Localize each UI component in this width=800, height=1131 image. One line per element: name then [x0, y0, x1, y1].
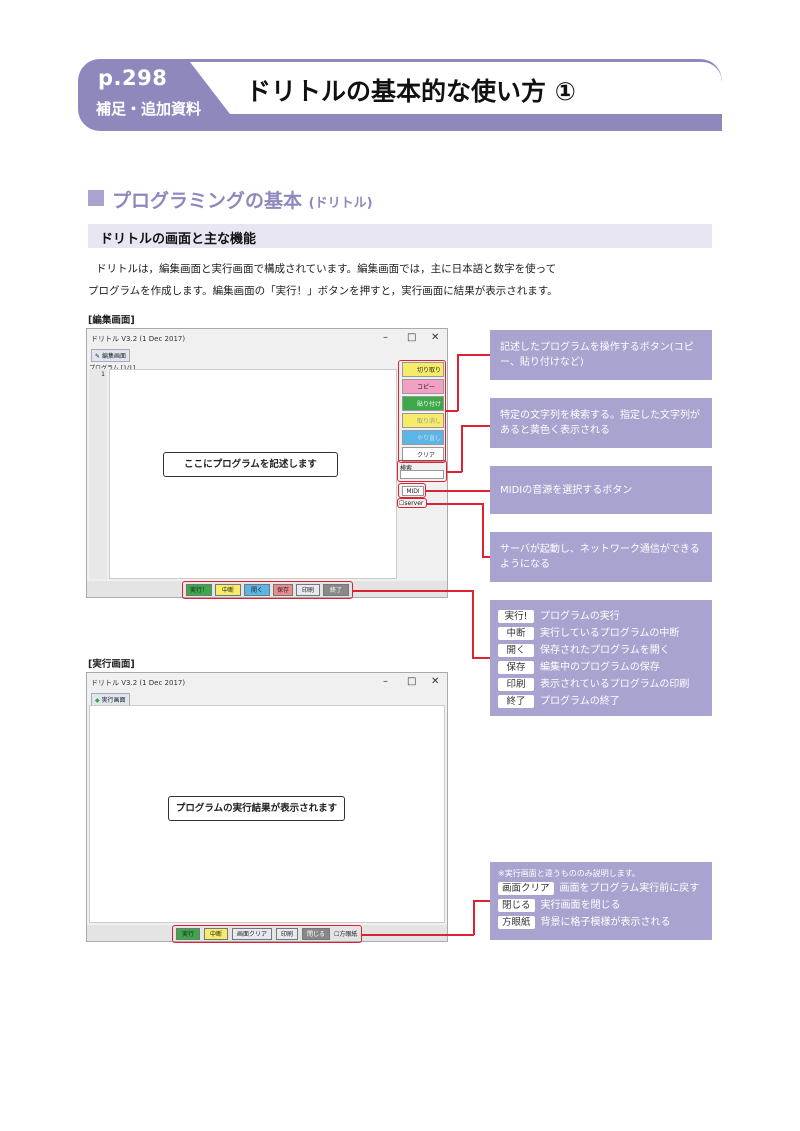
- note-edit-buttons: 記述したプログラムを操作するボタン(コピー、貼り付けなど): [490, 330, 712, 380]
- list-item: 中断 実行しているプログラムの中断: [498, 625, 704, 642]
- intro-line-1: ドリトルは，編集画面と実行画面で構成されています。編集画面では，主に日本語と数字…: [96, 263, 557, 275]
- button-tag: 方眼紙: [498, 916, 535, 929]
- list-item: 実行! プログラムの実行: [498, 608, 704, 625]
- list-item: 画面クリア 画面をプログラム実行前に戻す: [498, 880, 704, 897]
- connector: [427, 503, 483, 505]
- maximize-icon[interactable]: □: [407, 676, 416, 687]
- page-title: ドリトルの基本的な使い方 ①: [246, 77, 576, 106]
- list-item: 終了 プログラムの終了: [498, 693, 704, 710]
- section-square-icon: [88, 190, 104, 206]
- page-number: p.298: [98, 66, 168, 90]
- section-title: プログラミングの基本 (ドリトル): [112, 186, 373, 213]
- button-desc: 保存されたプログラムを開く: [540, 645, 670, 656]
- button-tag: 終了: [498, 695, 534, 708]
- button-desc: プログラムの実行: [540, 611, 620, 622]
- subsection-title: ドリトルの画面と主な機能: [100, 232, 257, 247]
- button-tag: 画面クリア: [498, 882, 554, 895]
- tab-edit-label: 編集画面: [101, 353, 126, 360]
- button-desc: 実行しているプログラムの中断: [540, 628, 680, 639]
- connector: [482, 503, 484, 557]
- edit-callout: ここにプログラムを記述します: [163, 452, 338, 477]
- button-tag: 閉じる: [498, 899, 535, 912]
- button-desc: 編集中のプログラムの保存: [540, 662, 660, 673]
- maximize-icon[interactable]: □: [407, 332, 416, 343]
- intro-line-2: プログラムを作成します。編集画面の「実行！」ボタンを押すと，実行画面に結果が表示…: [88, 285, 558, 297]
- edit-screen-label: [編集画面]: [88, 315, 135, 326]
- button-desc: 実行画面を閉じる: [540, 900, 621, 911]
- button-tag: 実行!: [498, 610, 534, 623]
- note-server: サーバが起動し、ネットワーク通信ができるようになる: [490, 532, 712, 582]
- close-icon[interactable]: ✕: [431, 332, 439, 343]
- tab-run-label: 実行画面: [101, 697, 126, 704]
- run-screen-label: [実行画面]: [88, 659, 135, 670]
- list-item: 開く 保存されたプログラムを開く: [498, 642, 704, 659]
- highlight-run-buttons: [172, 925, 362, 943]
- note-run-buttons: ※実行画面と違うもののみ説明します。 画面クリア 画面をプログラム実行前に戻す 閉…: [490, 862, 712, 940]
- section-title-small: (ドリトル): [308, 196, 373, 211]
- connector: [426, 490, 490, 492]
- close-icon[interactable]: ✕: [431, 676, 439, 687]
- connector: [473, 900, 490, 902]
- button-desc: プログラムの終了: [540, 696, 620, 707]
- button-desc: 表示されているプログラムの印刷: [540, 679, 690, 690]
- tab-edit[interactable]: ✎ 編集画面: [91, 349, 130, 362]
- button-tag: 開く: [498, 644, 534, 657]
- line-number: 1: [101, 371, 105, 378]
- button-tag: 印刷: [498, 678, 534, 691]
- connector: [457, 354, 490, 356]
- highlight-midi: [398, 483, 426, 498]
- minimize-icon[interactable]: –: [383, 676, 388, 687]
- connector: [461, 425, 490, 427]
- highlight-bottom-buttons: [182, 581, 353, 599]
- button-tag: 中断: [498, 627, 534, 640]
- list-item: 保存 編集中のプログラムの保存: [498, 659, 704, 676]
- connector: [457, 354, 459, 411]
- turtle-icon: ◆: [95, 697, 100, 704]
- pencil-icon: ✎: [95, 353, 101, 360]
- connector: [482, 556, 490, 558]
- connector: [362, 934, 474, 936]
- connector: [447, 471, 462, 473]
- run-callout: プログラムの実行結果が表示されます: [168, 796, 345, 821]
- connector: [353, 590, 473, 592]
- note-search: 特定の文字列を検索する。指定した文字列があると黄色く表示される: [490, 398, 712, 448]
- header-subtitle: 補足・追加資料: [96, 100, 202, 118]
- connector: [472, 590, 474, 658]
- line-number-gutter: 1: [89, 369, 107, 579]
- button-tag: 保存: [498, 661, 534, 674]
- connector: [473, 900, 475, 935]
- note-button-list: 実行! プログラムの実行 中断 実行しているプログラムの中断 開く 保存されたプログラ…: [490, 600, 712, 716]
- connector: [461, 425, 463, 472]
- minimize-icon[interactable]: –: [383, 332, 388, 343]
- list-item: 閉じる 実行画面を閉じる: [498, 897, 704, 914]
- edit-window-title: ドリトル V3.2 (1 Dec 2017): [91, 335, 186, 343]
- connector: [472, 657, 490, 659]
- button-desc: 背景に格子模様が表示される: [540, 917, 671, 928]
- note-midi: MIDIの音源を選択するボタン: [490, 466, 712, 514]
- highlight-search: [397, 460, 447, 482]
- note-run-head: ※実行画面と違うもののみ説明します。: [498, 869, 640, 878]
- list-item: 印刷 表示されているプログラムの印刷: [498, 676, 704, 693]
- highlight-server: [397, 498, 427, 508]
- list-item: 方眼紙 背景に格子模様が表示される: [498, 914, 704, 931]
- run-window-title: ドリトル V3.2 (1 Dec 2017): [91, 679, 186, 687]
- button-desc: 画面をプログラム実行前に戻す: [559, 883, 700, 894]
- section-title-main: プログラミングの基本: [112, 190, 303, 212]
- highlight-side-buttons: [398, 360, 446, 463]
